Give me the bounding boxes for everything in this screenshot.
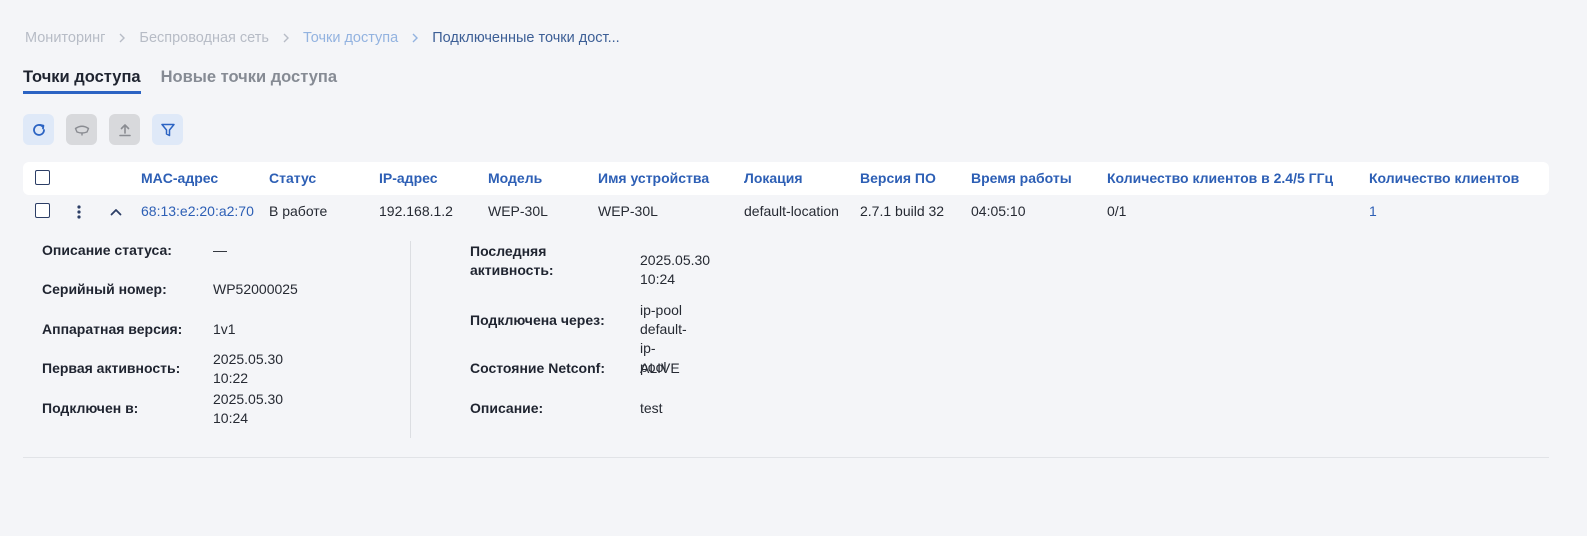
breadcrumb: Мониторинг Беспроводная сеть Точки досту… bbox=[25, 28, 620, 48]
reboot-button[interactable] bbox=[66, 114, 97, 145]
detail-label: Описание: bbox=[470, 400, 544, 416]
detail-value: 2025.05.30 10:24 bbox=[640, 252, 711, 287]
chevron-right-icon bbox=[281, 33, 291, 43]
chevron-right-icon bbox=[117, 33, 127, 43]
detail-label: Первая активность: bbox=[42, 360, 181, 376]
detail-value: WP52000025 bbox=[213, 281, 298, 297]
row-menu-button[interactable] bbox=[71, 203, 87, 221]
chevron-up-icon bbox=[110, 209, 122, 216]
cell-ip: 192.168.1.2 bbox=[379, 203, 453, 219]
select-all-checkbox[interactable] bbox=[35, 170, 50, 185]
detail-value: 2025.05.30 10:22 bbox=[213, 350, 284, 386]
detail-value: test bbox=[640, 400, 663, 416]
column-clients[interactable]: Количество клиентов bbox=[1369, 162, 1519, 195]
column-location[interactable]: Локация bbox=[744, 162, 803, 195]
row-checkbox[interactable] bbox=[35, 203, 50, 218]
tab-new-access-points[interactable]: Новые точки доступа bbox=[161, 68, 337, 94]
cell-firmware: 2.7.1 build 32 bbox=[860, 203, 945, 219]
detail-connected-at: Подключен в: 2025.05.30 10:24 bbox=[42, 391, 283, 426]
filter-icon bbox=[160, 123, 175, 136]
column-status[interactable]: Статус bbox=[269, 162, 316, 195]
detail-value: ALIVE bbox=[640, 360, 680, 376]
detail-label: Описание статуса: bbox=[42, 242, 172, 258]
column-device-name[interactable]: Имя устройства bbox=[598, 162, 709, 195]
detail-label: Подключен в: bbox=[42, 400, 139, 416]
cell-uptime: 04:05:10 bbox=[971, 203, 1026, 219]
table-header: MAC-адрес Статус IP-адрес Модель Имя уст… bbox=[23, 162, 1549, 195]
breadcrumb-wireless[interactable]: Беспроводная сеть bbox=[139, 30, 269, 46]
table-row: 68:13:e2:20:a2:70 В работе 192.168.1.2 W… bbox=[23, 195, 1549, 228]
detail-label: активность: bbox=[470, 262, 554, 278]
cell-location: default-location bbox=[744, 203, 839, 219]
upload-icon bbox=[118, 123, 131, 136]
detail-serial-number: Серийный номер: WP52000025 bbox=[42, 280, 298, 299]
cell-device-name: WEP-30L bbox=[598, 203, 658, 219]
detail-value: 1v1 bbox=[213, 321, 236, 337]
detail-label: Последняя bbox=[470, 243, 547, 259]
more-vertical-icon bbox=[77, 205, 81, 219]
row-details: Описание статуса: — Серийный номер: WP52… bbox=[23, 228, 1549, 458]
router-icon bbox=[74, 125, 89, 135]
column-mac[interactable]: MAC-адрес bbox=[141, 162, 218, 195]
detail-hardware-version: Аппаратная версия: 1v1 bbox=[42, 320, 236, 339]
toolbar bbox=[23, 114, 183, 145]
cell-status: В работе bbox=[269, 203, 328, 219]
column-ip[interactable]: IP-адрес bbox=[379, 162, 438, 195]
details-divider bbox=[410, 241, 411, 438]
detail-value-line: ip-pool default-ip- bbox=[640, 302, 687, 356]
cell-clients[interactable]: 1 bbox=[1369, 195, 1377, 228]
detail-label: Подключена через: bbox=[470, 311, 605, 328]
cell-mac[interactable]: 68:13:e2:20:a2:70 bbox=[141, 195, 254, 228]
detail-value: 2025.05.30 10:24 bbox=[213, 390, 284, 426]
refresh-icon bbox=[32, 123, 45, 136]
detail-label: Состояние Netconf: bbox=[470, 360, 605, 376]
refresh-button[interactable] bbox=[23, 114, 54, 145]
column-firmware[interactable]: Версия ПО bbox=[860, 162, 936, 195]
breadcrumb-access-points[interactable]: Точки доступа bbox=[303, 30, 398, 46]
tabs: Точки доступа Новые точки доступа bbox=[23, 68, 337, 94]
filter-button[interactable] bbox=[152, 114, 183, 145]
row-collapse-button[interactable] bbox=[108, 203, 124, 221]
detail-connected-via: Подключена через: ip-pool default-ip- po… bbox=[470, 300, 687, 375]
breadcrumb-current: Подключенные точки дост... bbox=[432, 30, 620, 46]
detail-label: Аппаратная версия: bbox=[42, 321, 183, 337]
detail-description: Описание: test bbox=[470, 399, 663, 418]
detail-status-description: Описание статуса: — bbox=[42, 241, 227, 260]
chevron-right-icon bbox=[410, 33, 420, 43]
column-model[interactable]: Модель bbox=[488, 162, 542, 195]
detail-first-activity: Первая активность: 2025.05.30 10:22 bbox=[42, 351, 283, 386]
column-uptime[interactable]: Время работы bbox=[971, 162, 1072, 195]
detail-value: — bbox=[213, 242, 227, 258]
upload-button[interactable] bbox=[109, 114, 140, 145]
tab-access-points[interactable]: Точки доступа bbox=[23, 68, 141, 94]
breadcrumb-monitoring[interactable]: Мониторинг bbox=[25, 30, 105, 46]
detail-last-activity: Последняя активность: 2025.05.30 10:24 bbox=[470, 241, 710, 287]
cell-model: WEP-30L bbox=[488, 203, 548, 219]
detail-netconf-state: Состояние Netconf: ALIVE bbox=[470, 359, 680, 378]
access-points-table: MAC-адрес Статус IP-адрес Модель Имя уст… bbox=[23, 162, 1549, 458]
cell-clients-bands: 0/1 bbox=[1107, 203, 1127, 219]
column-clients-bands[interactable]: Количество клиентов в 2.4/5 ГГц bbox=[1107, 162, 1333, 195]
detail-label: Серийный номер: bbox=[42, 281, 167, 297]
